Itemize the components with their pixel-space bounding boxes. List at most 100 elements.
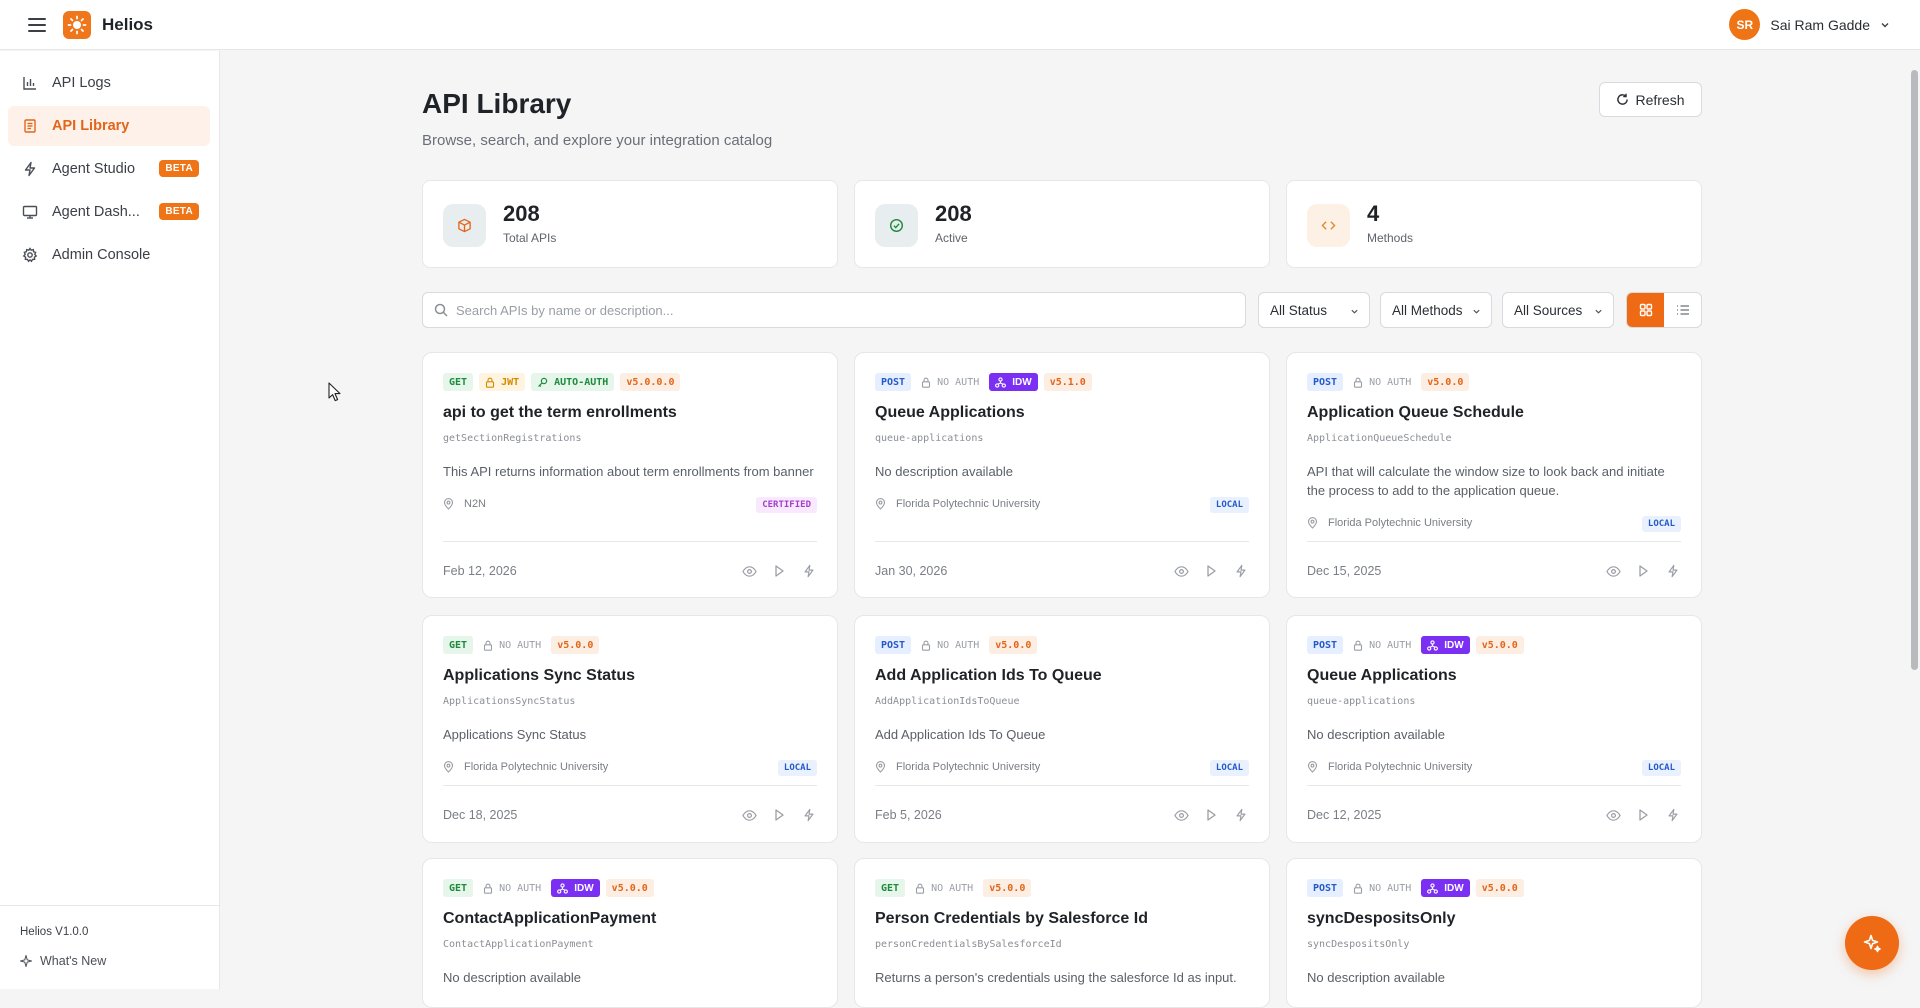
eye-icon[interactable] (1173, 563, 1189, 579)
card-title[interactable]: Queue Applications (1307, 667, 1457, 685)
card-title[interactable]: Add Application Ids To Queue (875, 667, 1102, 685)
lightning-icon[interactable] (801, 563, 817, 579)
book-icon (21, 117, 39, 135)
search-input[interactable] (456, 302, 1216, 318)
menu-icon[interactable] (28, 17, 46, 32)
sidebar-item-api-library[interactable]: API Library (8, 106, 210, 146)
sidebar-item-label: Admin Console (52, 247, 151, 263)
methods-filter-value: All Methods (1392, 302, 1463, 318)
api-card[interactable]: GET NO AUTH v5.0.0 Applications Sync Statu… (422, 615, 838, 843)
lightning-icon[interactable] (1665, 563, 1681, 579)
eye-icon[interactable] (741, 807, 757, 823)
whats-new-link[interactable]: What's New (20, 954, 106, 968)
card-actions (1605, 563, 1681, 579)
list-icon (1676, 305, 1689, 315)
stat-total-apis: 208 Total APIs (422, 180, 838, 268)
lock-icon (921, 640, 934, 651)
chevron-down-icon (1595, 309, 1602, 314)
ai-assistant-button[interactable] (1845, 916, 1899, 970)
play-icon[interactable] (1203, 563, 1219, 579)
auth-label: NO AUTH (1369, 639, 1412, 651)
play-icon[interactable] (1635, 807, 1651, 823)
source-name: Florida Polytechnic University (1328, 517, 1473, 529)
card-title[interactable]: Applications Sync Status (443, 667, 635, 685)
lock-icon (915, 883, 928, 894)
card-actions (1605, 807, 1681, 823)
method-badge: GET (443, 373, 474, 391)
sidebar-item-admin-console[interactable]: Admin Console (8, 235, 210, 275)
sidebar-item-api-logs[interactable]: API Logs (8, 63, 210, 103)
card-badges: POST NO AUTH IDW v5.0.0 (1307, 879, 1524, 897)
idw-label: IDW (1444, 882, 1464, 894)
methods-filter[interactable]: All Methods (1380, 292, 1492, 328)
app-name: Helios (102, 14, 154, 34)
source-tag: LOCAL (1209, 497, 1249, 513)
top-bar: Helios SR Sai Ram Gadde (0, 0, 1920, 50)
api-card[interactable]: POST NO AUTH IDW v5.1.0 Queue Applications … (854, 352, 1270, 598)
api-card[interactable]: POST NO AUTH v5.0.0 Application Queue Sche… (1286, 352, 1702, 598)
beta-badge: BETA (159, 160, 199, 177)
card-date: Dec 12, 2025 (1307, 808, 1382, 822)
card-divider (875, 541, 1249, 542)
api-card[interactable]: POST NO AUTH v5.0.0 Add Application Ids To… (854, 615, 1270, 843)
scrollbar-thumb[interactable] (1911, 70, 1918, 670)
grid-view-button[interactable] (1627, 293, 1664, 327)
sidebar-item-agent-dashboard[interactable]: Agent Dash... BETA (8, 192, 210, 232)
card-title[interactable]: ContactApplicationPayment (443, 910, 656, 928)
card-title[interactable]: Queue Applications (875, 404, 1025, 422)
auth-label: NO AUTH (1369, 376, 1412, 388)
eye-icon[interactable] (1605, 807, 1621, 823)
card-slug: AddApplicationIdsToQueue (875, 696, 1020, 707)
card-title[interactable]: syncDespositsOnly (1307, 910, 1456, 928)
location-pin-icon (443, 498, 459, 510)
auth-label: NO AUTH (937, 639, 980, 651)
card-badges: POST NO AUTH IDW v5.0.0 (1307, 636, 1524, 654)
card-badges: GET NO AUTH v5.0.0 (875, 879, 1032, 897)
search-bar (422, 292, 1246, 328)
sources-filter[interactable]: All Sources (1502, 292, 1614, 328)
version-badge: v5.0.0 (983, 879, 1032, 897)
auth-badge: NO AUTH (917, 373, 983, 391)
sparkle-icon (1863, 934, 1881, 953)
api-card[interactable]: GET NO AUTH v5.0.0 Person Credentials by S… (854, 858, 1270, 1008)
card-title[interactable]: Person Credentials by Salesforce Id (875, 910, 1148, 928)
card-title[interactable]: Application Queue Schedule (1307, 404, 1524, 422)
key-icon (537, 377, 551, 388)
card-source: N2N (443, 498, 486, 510)
play-icon[interactable] (771, 807, 787, 823)
eye-icon[interactable] (1605, 563, 1621, 579)
scrollbar[interactable] (1908, 66, 1920, 989)
api-card[interactable]: POST NO AUTH IDW v5.0.0 Queue Applications … (1286, 615, 1702, 843)
lightning-icon (21, 160, 39, 178)
sidebar-item-agent-studio[interactable]: Agent Studio BETA (8, 149, 210, 189)
card-badges: GET JWT AUTO-AUTH v5.0.0.0 (443, 373, 681, 391)
sidebar-item-label: API Library (52, 118, 130, 134)
method-badge: GET (443, 879, 474, 897)
list-view-button[interactable] (1664, 293, 1701, 327)
stat-value: 208 (935, 201, 972, 226)
whats-new-label: What's New (40, 954, 107, 968)
eye-icon[interactable] (741, 563, 757, 579)
network-icon (1427, 882, 1441, 894)
play-icon[interactable] (771, 563, 787, 579)
card-title[interactable]: api to get the term enrollments (443, 404, 677, 422)
api-card[interactable]: GET NO AUTH IDW v5.0.0 ContactApplicationPa… (422, 858, 838, 1008)
source-tag: LOCAL (1209, 760, 1249, 776)
eye-icon[interactable] (1173, 807, 1189, 823)
refresh-button[interactable]: Refresh (1599, 82, 1702, 117)
card-actions (741, 563, 817, 579)
lightning-icon[interactable] (1665, 807, 1681, 823)
lightning-icon[interactable] (801, 807, 817, 823)
version-badge: v5.0.0 (605, 879, 654, 897)
user-menu[interactable]: SR Sai Ram Gadde (1729, 9, 1890, 40)
play-icon[interactable] (1203, 807, 1219, 823)
api-card[interactable]: GET JWT AUTO-AUTH v5.0.0.0 api to get the t… (422, 352, 838, 598)
chevron-down-icon (1473, 309, 1480, 314)
lightning-icon[interactable] (1233, 563, 1249, 579)
lightning-icon[interactable] (1233, 807, 1249, 823)
lock-icon (483, 883, 496, 894)
play-icon[interactable] (1635, 563, 1651, 579)
status-filter[interactable]: All Status (1258, 292, 1370, 328)
api-card[interactable]: POST NO AUTH IDW v5.0.0 syncDespositsOnly s… (1286, 858, 1702, 1008)
mouse-cursor-icon (328, 382, 341, 402)
